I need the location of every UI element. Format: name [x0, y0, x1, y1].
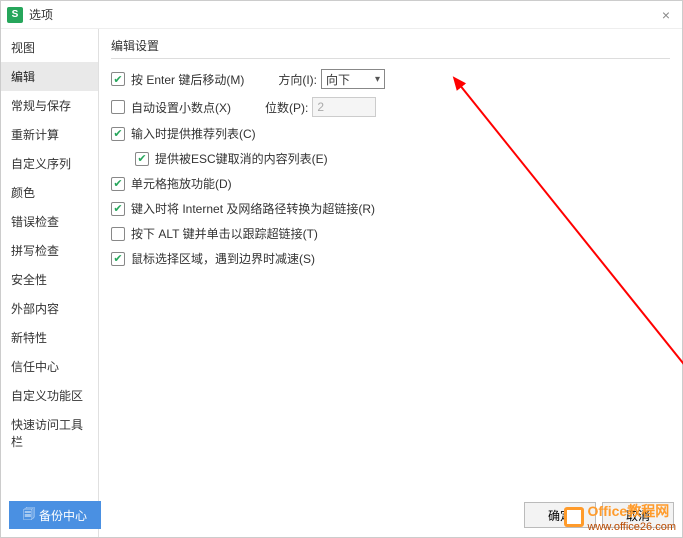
alt-click-checkbox[interactable] [111, 227, 125, 241]
alt-click-label: 按下 ALT 键并单击以跟踪超链接(T) [131, 225, 318, 242]
close-icon[interactable]: × [656, 5, 676, 25]
digits-input: 2 [312, 97, 376, 117]
backup-center-button[interactable]: 🗐 备份中心 [9, 501, 101, 529]
drag-fill-checkbox[interactable] [111, 177, 125, 191]
esc-list-checkbox[interactable] [135, 152, 149, 166]
mouse-slow-checkbox[interactable] [111, 252, 125, 266]
sidebar: 视图编辑常规与保存重新计算自定义序列颜色错误检查拼写检查安全性外部内容新特性信任… [1, 29, 99, 537]
sidebar-item-5[interactable]: 颜色 [1, 178, 98, 207]
sidebar-item-10[interactable]: 新特性 [1, 323, 98, 352]
content-panel: 编辑设置 按 Enter 键后移动(M) 方向(I): 向下 自动设置小数点(X… [99, 29, 682, 537]
sidebar-item-9[interactable]: 外部内容 [1, 294, 98, 323]
sidebar-item-0[interactable]: 视图 [1, 33, 98, 62]
sidebar-item-11[interactable]: 信任中心 [1, 352, 98, 381]
sidebar-item-13[interactable]: 快速访问工具栏 [1, 410, 98, 456]
window-title: 选项 [29, 6, 53, 23]
digits-label: 位数(P): [265, 99, 308, 116]
drag-fill-label: 单元格拖放功能(D) [131, 175, 232, 192]
floppy-icon: 🗐 [23, 505, 35, 526]
esc-list-label: 提供被ESC键取消的内容列表(E) [155, 150, 328, 167]
push-list-label: 输入时提供推荐列表(C) [131, 125, 256, 142]
sidebar-item-3[interactable]: 重新计算 [1, 120, 98, 149]
sidebar-item-4[interactable]: 自定义序列 [1, 149, 98, 178]
enter-move-label: 按 Enter 键后移动(M) [131, 71, 244, 88]
titlebar: S 选项 × [1, 1, 682, 29]
sidebar-item-8[interactable]: 安全性 [1, 265, 98, 294]
mouse-slow-label: 鼠标选择区域，遇到边界时减速(S) [131, 250, 315, 267]
app-icon: S [7, 7, 23, 23]
hyperlink-label: 键入时将 Internet 及网络路径转换为超链接(R) [131, 200, 375, 217]
sidebar-item-6[interactable]: 错误检查 [1, 207, 98, 236]
auto-decimal-label: 自动设置小数点(X) [131, 99, 231, 116]
cancel-button[interactable]: 取消 [602, 502, 674, 528]
sidebar-item-2[interactable]: 常规与保存 [1, 91, 98, 120]
section-title: 编辑设置 [111, 37, 670, 59]
auto-decimal-checkbox[interactable] [111, 100, 125, 114]
direction-select[interactable]: 向下 [321, 69, 385, 89]
enter-move-checkbox[interactable] [111, 72, 125, 86]
hyperlink-checkbox[interactable] [111, 202, 125, 216]
sidebar-item-12[interactable]: 自定义功能区 [1, 381, 98, 410]
push-list-checkbox[interactable] [111, 127, 125, 141]
direction-label: 方向(I): [278, 71, 317, 88]
sidebar-item-1[interactable]: 编辑 [1, 62, 98, 91]
ok-button[interactable]: 确定 [524, 502, 596, 528]
sidebar-item-7[interactable]: 拼写检查 [1, 236, 98, 265]
